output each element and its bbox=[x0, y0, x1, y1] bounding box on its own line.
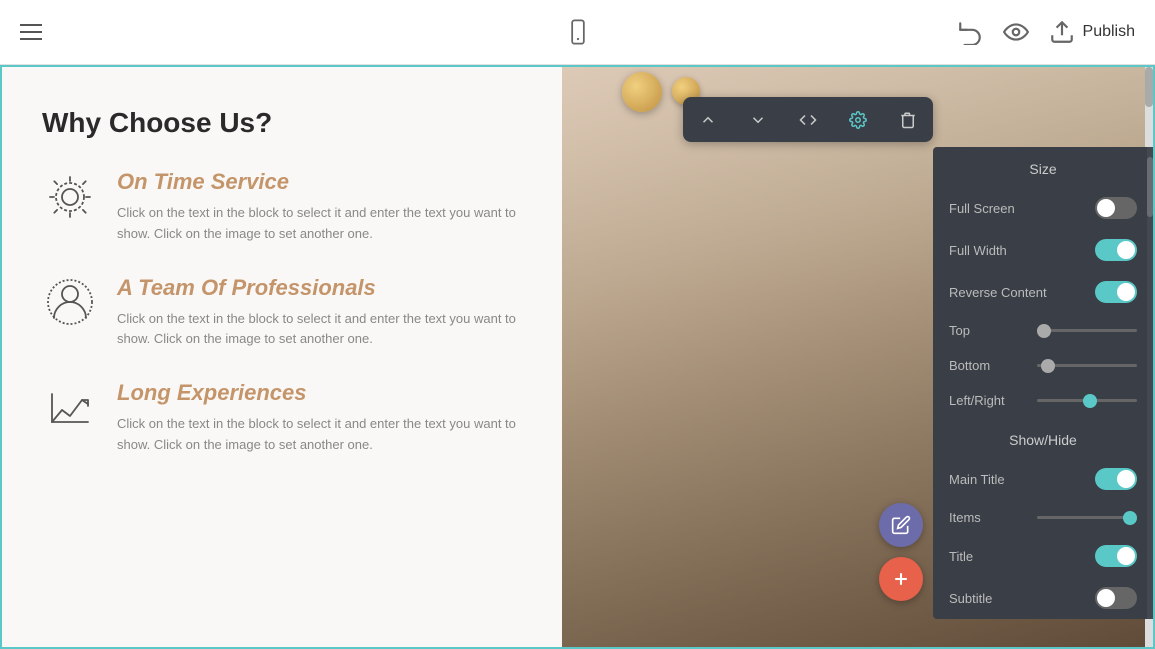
left-right-slider-thumb bbox=[1083, 394, 1097, 408]
undo-button[interactable] bbox=[957, 19, 983, 45]
top-slider[interactable] bbox=[1037, 329, 1137, 332]
left-panel: Why Choose Us? On Time Service Click on … bbox=[2, 67, 562, 647]
bottom-slider-thumb bbox=[1041, 359, 1055, 373]
bottom-label: Bottom bbox=[949, 358, 990, 373]
feature-text-1: On Time Service Click on the text in the… bbox=[117, 169, 522, 245]
feature-item-2: A Team Of Professionals Click on the tex… bbox=[42, 275, 522, 351]
full-screen-toggle[interactable] bbox=[1095, 197, 1137, 219]
settings-button[interactable] bbox=[833, 97, 883, 142]
canvas-area: Why Choose Us? On Time Service Click on … bbox=[0, 65, 1155, 649]
bottom-slider[interactable] bbox=[1037, 364, 1137, 367]
settings-scrollbar-thumb bbox=[1147, 157, 1153, 217]
feature-text-3: Long Experiences Click on the text in th… bbox=[117, 380, 522, 456]
code-button[interactable] bbox=[783, 97, 833, 142]
preview-button[interactable] bbox=[1003, 19, 1029, 45]
items-slider[interactable] bbox=[1037, 516, 1137, 519]
header-center bbox=[564, 18, 592, 46]
reverse-content-toggle[interactable] bbox=[1095, 281, 1137, 303]
items-label: Items bbox=[949, 510, 981, 525]
top-slider-thumb bbox=[1037, 324, 1051, 338]
reverse-content-label: Reverse Content bbox=[949, 285, 1047, 300]
left-right-slider-row: Left/Right bbox=[933, 383, 1153, 418]
subtitle-label: Subtitle bbox=[949, 591, 992, 606]
add-fab-button[interactable] bbox=[879, 557, 923, 601]
header-bar: Publish bbox=[0, 0, 1155, 65]
main-title-toggle[interactable] bbox=[1095, 468, 1137, 490]
reverse-content-row: Reverse Content bbox=[933, 271, 1153, 313]
chart-icon bbox=[42, 380, 97, 435]
page-scrollbar-thumb bbox=[1145, 67, 1153, 107]
title-toggle[interactable] bbox=[1095, 545, 1137, 567]
feature-title-2: A Team Of Professionals bbox=[117, 275, 522, 301]
hamburger-menu-icon[interactable] bbox=[20, 24, 42, 40]
full-screen-row: Full Screen bbox=[933, 187, 1153, 229]
move-down-button[interactable] bbox=[733, 97, 783, 142]
block-toolbar bbox=[683, 97, 933, 142]
edit-fab-button[interactable] bbox=[879, 503, 923, 547]
feature-desc-2: Click on the text in the block to select… bbox=[117, 309, 522, 351]
move-up-button[interactable] bbox=[683, 97, 733, 142]
left-right-slider[interactable] bbox=[1037, 399, 1137, 402]
feature-title-1: On Time Service bbox=[117, 169, 522, 195]
feature-title-3: Long Experiences bbox=[117, 380, 522, 406]
settings-scrollbar bbox=[1147, 147, 1153, 619]
feature-text-2: A Team Of Professionals Click on the tex… bbox=[117, 275, 522, 351]
subtitle-row: Subtitle bbox=[933, 577, 1153, 619]
top-label: Top bbox=[949, 323, 970, 338]
person-icon bbox=[42, 275, 97, 330]
feature-desc-1: Click on the text in the block to select… bbox=[117, 203, 522, 245]
show-hide-section-title: Show/Hide bbox=[933, 418, 1153, 458]
subtitle-toggle[interactable] bbox=[1095, 587, 1137, 609]
bottom-slider-row: Bottom bbox=[933, 348, 1153, 383]
full-width-row: Full Width bbox=[933, 229, 1153, 271]
feature-desc-3: Click on the text in the block to select… bbox=[117, 414, 522, 456]
settings-panel: Size Full Screen Full Width Reverse Cont… bbox=[933, 147, 1153, 619]
top-slider-row: Top bbox=[933, 313, 1153, 348]
title-row: Title bbox=[933, 535, 1153, 577]
feature-item-1: On Time Service Click on the text in the… bbox=[42, 169, 522, 245]
header-left bbox=[20, 24, 42, 40]
feature-item-3: Long Experiences Click on the text in th… bbox=[42, 380, 522, 456]
full-width-label: Full Width bbox=[949, 243, 1007, 258]
section-title: Why Choose Us? bbox=[42, 107, 522, 139]
gear-icon bbox=[42, 169, 97, 224]
main-area: Why Choose Us? On Time Service Click on … bbox=[0, 65, 1155, 649]
header-right: Publish bbox=[957, 19, 1135, 45]
items-slider-thumb bbox=[1123, 511, 1137, 525]
publish-button[interactable]: Publish bbox=[1049, 19, 1135, 45]
main-title-label: Main Title bbox=[949, 472, 1005, 487]
publish-label: Publish bbox=[1083, 23, 1135, 41]
full-screen-label: Full Screen bbox=[949, 201, 1015, 216]
full-width-toggle[interactable] bbox=[1095, 239, 1137, 261]
phone-view-button[interactable] bbox=[564, 18, 592, 46]
size-section-title: Size bbox=[933, 147, 1153, 187]
title-label: Title bbox=[949, 549, 973, 564]
left-right-label: Left/Right bbox=[949, 393, 1005, 408]
items-slider-row: Items bbox=[933, 500, 1153, 535]
main-title-row: Main Title bbox=[933, 458, 1153, 500]
delete-button[interactable] bbox=[883, 97, 933, 142]
